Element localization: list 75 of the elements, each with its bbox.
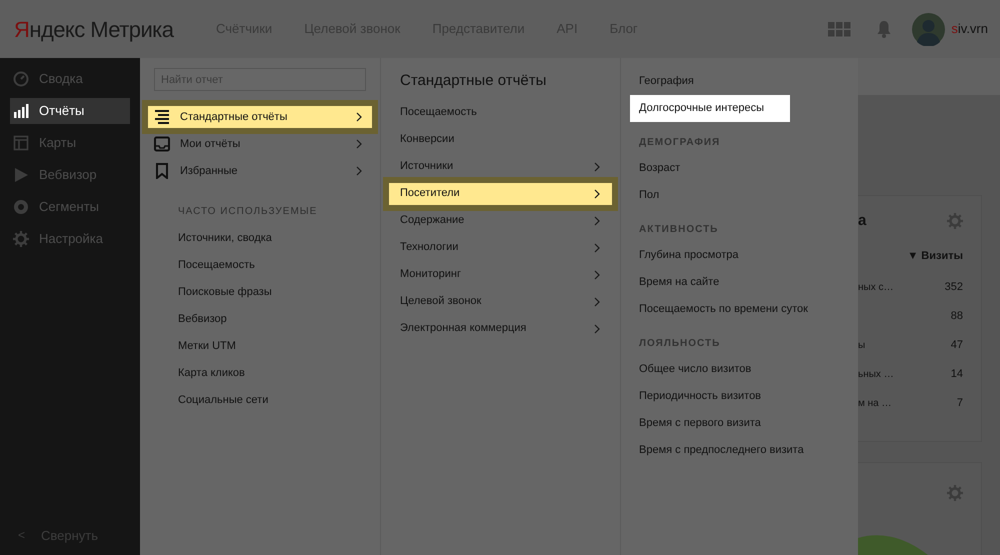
username[interactable]: siv.vrn	[951, 19, 988, 39]
menu-item[interactable]: Конверсии	[389, 128, 612, 150]
sidebar-item[interactable]: Карты	[10, 130, 130, 156]
menu-item[interactable]: Метки UTM	[178, 333, 236, 360]
menu-item[interactable]: Долгосрочные интересы	[630, 95, 790, 122]
chevron-right-icon	[594, 242, 600, 252]
menu-item[interactable]: Стандартные отчёты	[148, 106, 372, 128]
settings-icon	[947, 485, 963, 501]
menu-item[interactable]: Вебвизор	[178, 306, 227, 333]
chevron-right-icon	[594, 296, 600, 306]
chevron-right-icon	[594, 216, 600, 226]
panel-title: Стандартные отчёты	[400, 71, 546, 91]
menu-item[interactable]: Источники, сводка	[178, 225, 272, 252]
menu-item[interactable]: Периодичность визитов	[630, 383, 770, 410]
table-cell-text: м на …	[858, 396, 892, 410]
menu-item[interactable]: Источники	[389, 156, 612, 178]
menu-item[interactable]: Содержание	[389, 210, 612, 232]
sidebar-item[interactable]: Настройка	[10, 226, 130, 252]
chevron-right-icon	[356, 166, 362, 176]
ring-icon	[13, 199, 29, 215]
menu-item[interactable]: Время с первого визита	[630, 410, 770, 437]
section-heading: ЧАСТО ИСПОЛЬЗУЕМЫЕ	[178, 205, 318, 219]
chevron-right-icon	[594, 162, 600, 172]
menu-item[interactable]: Целевой звонок	[389, 290, 612, 312]
menu-item[interactable]: Социальные сети	[178, 387, 268, 414]
menu-item[interactable]: Время с предпоследнего визита	[630, 437, 813, 464]
bar-chart-icon	[13, 103, 29, 119]
chevron-right-icon	[594, 188, 600, 198]
menu-item[interactable]: Глубина просмотра	[630, 242, 748, 269]
table-cell-text: 14	[950, 366, 963, 382]
table-cell-text: 88	[950, 308, 963, 324]
table-cell-text: ы	[858, 338, 866, 352]
chevron-right-icon	[594, 270, 600, 280]
sidebar-item[interactable]: Сегменты	[10, 194, 130, 220]
menu-item[interactable]: Возраст	[630, 155, 690, 182]
sidebar-item[interactable]: Отчёты	[10, 98, 130, 124]
avatar-icon	[912, 12, 946, 46]
menu-item[interactable]: Пол	[630, 182, 668, 209]
column-header: ▼ Визиты	[906, 249, 963, 264]
menu-item[interactable]: Технологии	[389, 236, 612, 258]
settings-icon	[13, 231, 29, 247]
sidebar-item[interactable]: Вебвизор	[10, 162, 130, 188]
menu-item[interactable]: Посещаемость по времени суток	[630, 296, 817, 323]
menu-item[interactable]: Посещаемость	[389, 102, 612, 124]
table-cell-text: 7	[956, 396, 963, 411]
menu-item[interactable]: Мониторинг	[389, 264, 612, 286]
chevron-right-icon	[594, 324, 600, 334]
chevron-right-icon	[356, 112, 362, 122]
menu-item[interactable]: Общее число визитов	[630, 356, 760, 383]
table-cell-text: ных с…	[858, 280, 894, 294]
play-icon	[13, 167, 29, 183]
bookmark-icon	[154, 163, 170, 179]
chevron-right-icon	[356, 139, 362, 149]
menu-item[interactable]: География	[630, 68, 703, 95]
menu-item[interactable]: Мои отчёты	[148, 133, 372, 155]
list-icon	[154, 109, 170, 125]
apps-grid-icon	[828, 22, 852, 36]
table-cell-text: 47	[950, 338, 963, 353]
menu-item[interactable]: Электронная коммерция	[389, 318, 612, 340]
menu-item[interactable]: Избранные	[148, 160, 372, 182]
menu-item[interactable]: Поисковые фразы	[178, 279, 272, 306]
menu-item[interactable]: Посещаемость	[178, 252, 255, 279]
sidebar-item[interactable]: Сводка	[10, 66, 130, 92]
layout-icon	[13, 135, 29, 151]
menu-item[interactable]: Карта кликов	[178, 360, 245, 387]
menu-item[interactable]: Посетители	[389, 182, 612, 204]
card-title: а	[858, 210, 866, 231]
menu-item[interactable]: Время на сайте	[630, 269, 728, 296]
table-cell-text: 352	[944, 280, 963, 295]
bell-icon	[876, 20, 892, 38]
gauge-icon	[13, 71, 29, 87]
table-cell-text: ьных …	[858, 368, 894, 382]
settings-icon	[947, 213, 963, 229]
logo[interactable]: Яндекс Метрика	[14, 12, 204, 46]
tray-icon	[154, 136, 170, 152]
